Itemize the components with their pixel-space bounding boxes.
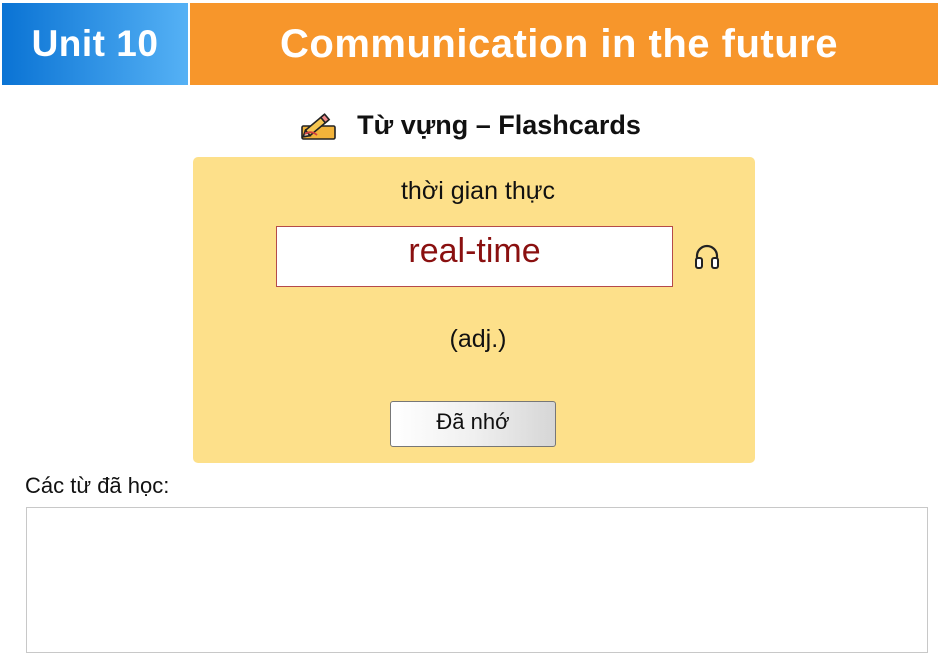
flashcard: thời gian thực real-time (adj.) Đã nhớ: [193, 157, 755, 463]
remember-button[interactable]: Đã nhớ: [390, 401, 556, 447]
flashcard-word: real-time: [276, 226, 673, 287]
learned-words-label: Các từ đã học:: [25, 473, 170, 498]
section-heading: Từ vựng – Flashcards: [0, 108, 940, 142]
headphones-icon[interactable]: [693, 243, 721, 271]
learned-words-list: [26, 507, 928, 653]
flashcard-meaning: thời gian thực: [400, 177, 556, 205]
pencil-writing-icon: [301, 113, 336, 140]
unit-label: Unit 10: [2, 3, 188, 85]
header-banner: Unit 10 Communication in the future: [2, 3, 938, 85]
section-heading-text: Từ vựng – Flashcards: [357, 109, 641, 140]
part-of-speech: (adj.): [449, 325, 507, 353]
unit-title: Communication in the future: [190, 3, 938, 85]
